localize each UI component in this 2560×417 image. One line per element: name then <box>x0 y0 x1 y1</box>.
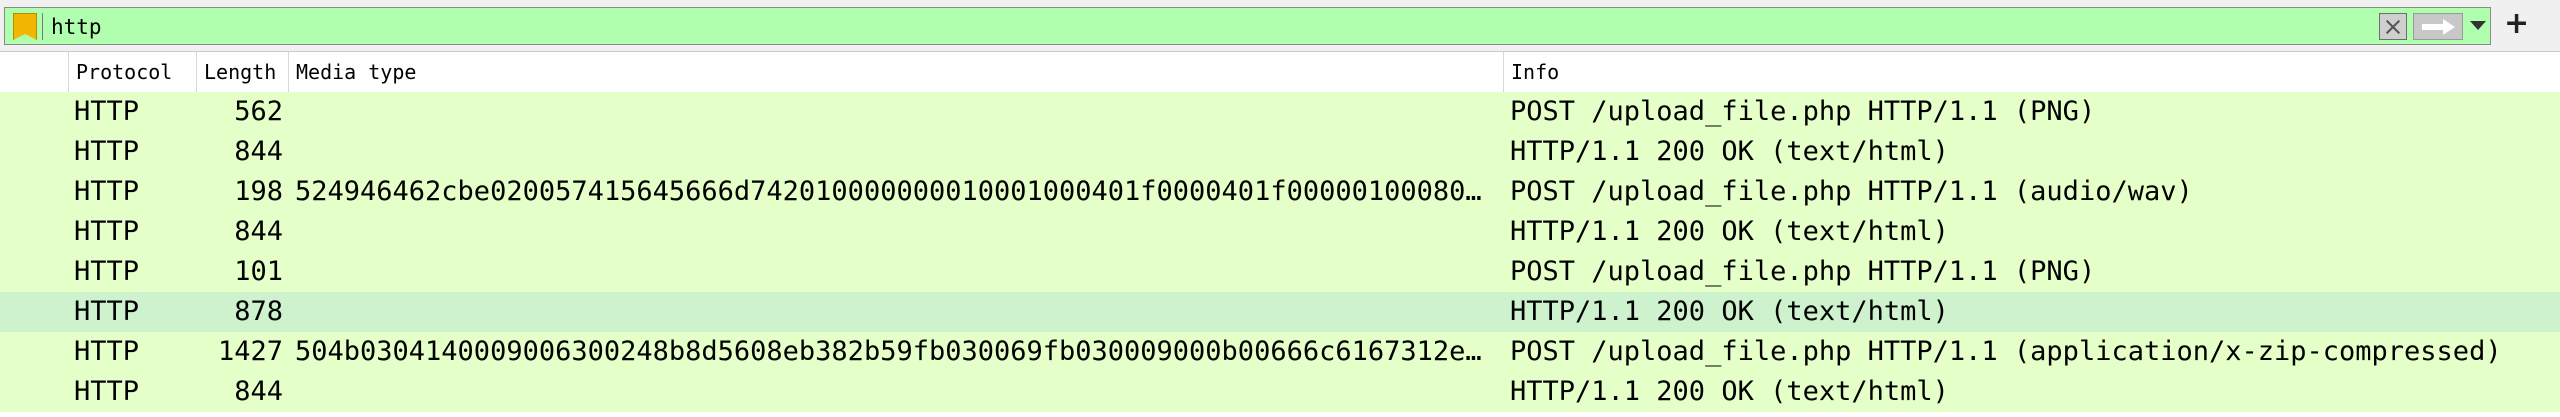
cell-protocol: HTTP <box>74 336 140 367</box>
cell-length: 844 <box>234 376 283 407</box>
column-header-info[interactable]: Info <box>1503 52 2560 92</box>
column-header-length[interactable]: Length <box>196 52 288 92</box>
cell-protocol: HTTP <box>74 96 140 127</box>
cell-info: HTTP/1.1 200 OK (text/html) <box>1510 216 1949 247</box>
cell-protocol: HTTP <box>74 256 140 287</box>
cell-media-type: 524946462cbe020057415645666d742010000000… <box>295 176 1482 207</box>
cell-length: 562 <box>234 96 283 127</box>
table-row[interactable]: HTTP 844 HTTP/1.1 200 OK (text/html) <box>0 212 2560 252</box>
clear-x-icon[interactable] <box>2379 13 2407 40</box>
add-filter-button[interactable]: + <box>2504 9 2529 39</box>
cell-info: POST /upload_file.php HTTP/1.1 (applicat… <box>1510 336 2502 367</box>
cell-length: 1427 <box>217 336 283 367</box>
packet-list-header: Protocol Length Media type Info <box>0 52 2560 93</box>
cell-info: POST /upload_file.php HTTP/1.1 (PNG) <box>1510 96 2096 127</box>
chevron-down-icon[interactable] <box>2470 21 2486 30</box>
cell-protocol: HTTP <box>74 296 140 327</box>
bookmark-icon[interactable] <box>13 13 37 40</box>
cell-length: 878 <box>234 296 283 327</box>
cell-info: HTTP/1.1 200 OK (text/html) <box>1510 376 1949 407</box>
table-row[interactable]: HTTP 1427 504b0304140009006300248b8d5608eb… <box>0 332 2560 372</box>
cell-length: 101 <box>234 256 283 287</box>
table-row[interactable]: HTTP 101 POST /upload_file.php HTTP/1.1 (P… <box>0 252 2560 292</box>
filter-separator <box>42 13 43 40</box>
table-row[interactable]: HTTP 844 HTTP/1.1 200 OK (text/html) <box>0 132 2560 172</box>
table-row[interactable]: HTTP 878 HTTP/1.1 200 OK (text/html) <box>0 292 2560 332</box>
cell-length: 198 <box>234 176 283 207</box>
table-row[interactable]: HTTP 198 524946462cbe020057415645666d74201… <box>0 172 2560 212</box>
cell-media-type <box>295 292 1500 332</box>
table-row[interactable]: HTTP 844 HTTP/1.1 200 OK (text/html) <box>0 372 2560 412</box>
cell-length: 844 <box>234 136 283 167</box>
display-filter-toolbar: http + <box>0 0 2560 52</box>
cell-protocol: HTTP <box>74 216 140 247</box>
column-header-marker[interactable] <box>0 52 68 92</box>
cell-length: 844 <box>234 216 283 247</box>
column-header-media-type[interactable]: Media type <box>288 52 1503 92</box>
arrow-right-icon[interactable] <box>2413 13 2463 40</box>
filter-text[interactable]: http <box>51 16 102 38</box>
cell-info: POST /upload_file.php HTTP/1.1 (audio/wa… <box>1510 176 2193 207</box>
cell-info: HTTP/1.1 200 OK (text/html) <box>1510 296 1949 327</box>
cell-info: HTTP/1.1 200 OK (text/html) <box>1510 136 1949 167</box>
cell-media-type: 504b0304140009006300248b8d5608eb382b59fb… <box>295 336 1482 367</box>
cell-protocol: HTTP <box>74 376 140 407</box>
cell-protocol: HTTP <box>74 176 140 207</box>
cell-media-type <box>295 252 1500 292</box>
cell-media-type <box>295 372 1500 412</box>
cell-info: POST /upload_file.php HTTP/1.1 (PNG) <box>1510 256 2096 287</box>
cell-media-type <box>295 92 1500 132</box>
column-header-protocol[interactable]: Protocol <box>68 52 196 92</box>
cell-media-type <box>295 212 1500 252</box>
cell-protocol: HTTP <box>74 136 140 167</box>
display-filter-input[interactable]: http <box>4 7 2491 45</box>
table-row[interactable]: HTTP 562 POST /upload_file.php HTTP/1.1 (P… <box>0 92 2560 132</box>
cell-media-type <box>295 132 1500 172</box>
